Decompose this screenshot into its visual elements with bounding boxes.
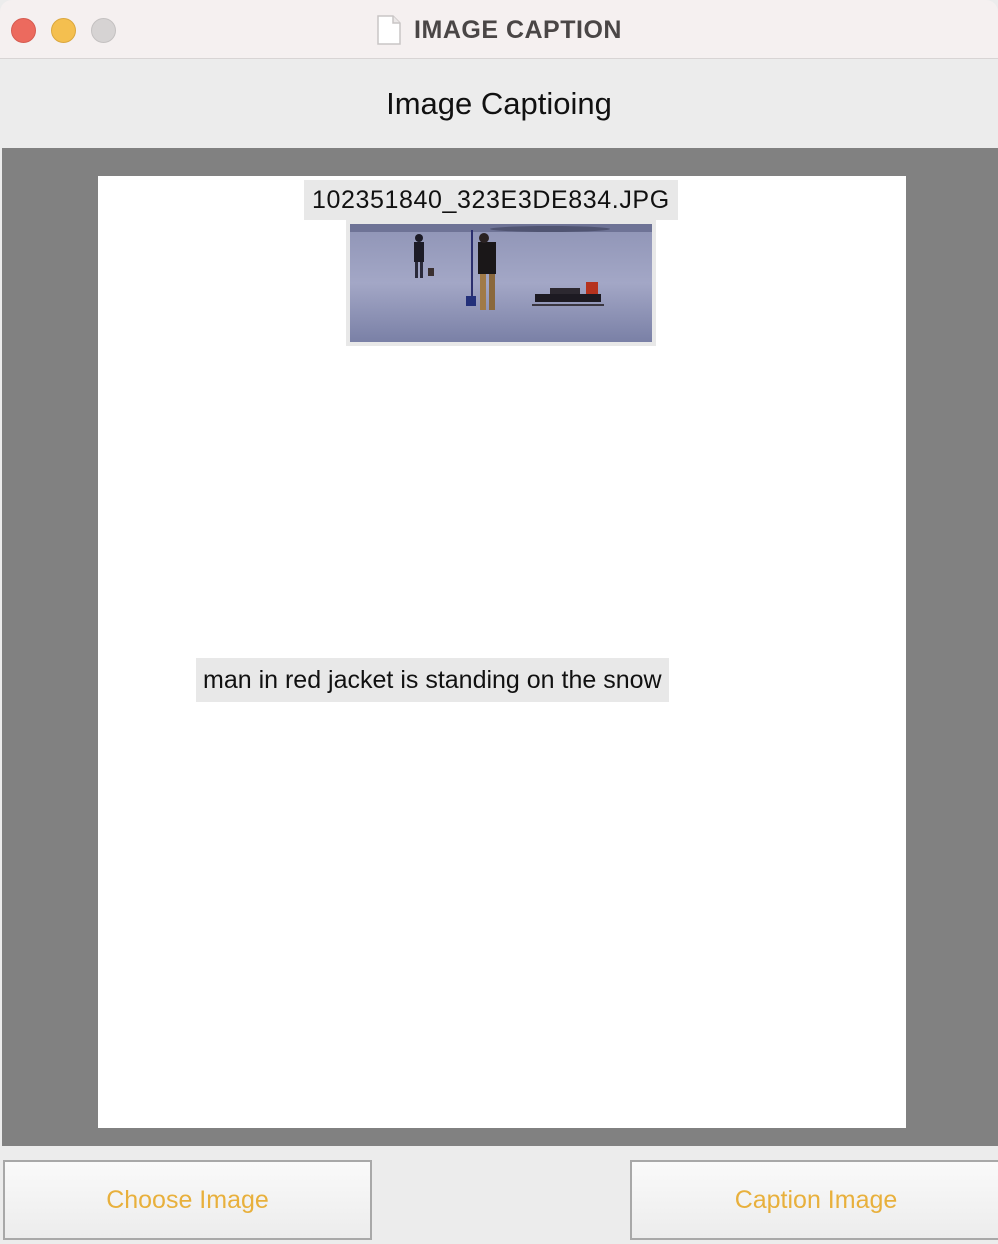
image-canvas: 102351840_323E3DE834.JPG man in red jack… [98,176,906,1128]
ice-fishing-photo [350,224,652,342]
image-panel: 102351840_323E3DE834.JPG man in red jack… [2,148,998,1146]
caption-image-button[interactable]: Caption Image [630,1160,998,1240]
app-heading: Image Captioing [386,86,612,121]
window-title: IMAGE CAPTION [414,15,622,44]
document-icon [376,15,402,45]
title-bar[interactable]: IMAGE CAPTION [0,0,998,59]
title-container: IMAGE CAPTION [0,14,998,46]
app-window: IMAGE CAPTION Image Captioing 102351840_… [0,0,998,1244]
caption-text: man in red jacket is standing on the sno… [196,658,669,702]
choose-image-button[interactable]: Choose Image [3,1160,372,1240]
image-thumbnail [346,220,656,346]
image-filename-label: 102351840_323E3DE834.JPG [304,180,678,220]
